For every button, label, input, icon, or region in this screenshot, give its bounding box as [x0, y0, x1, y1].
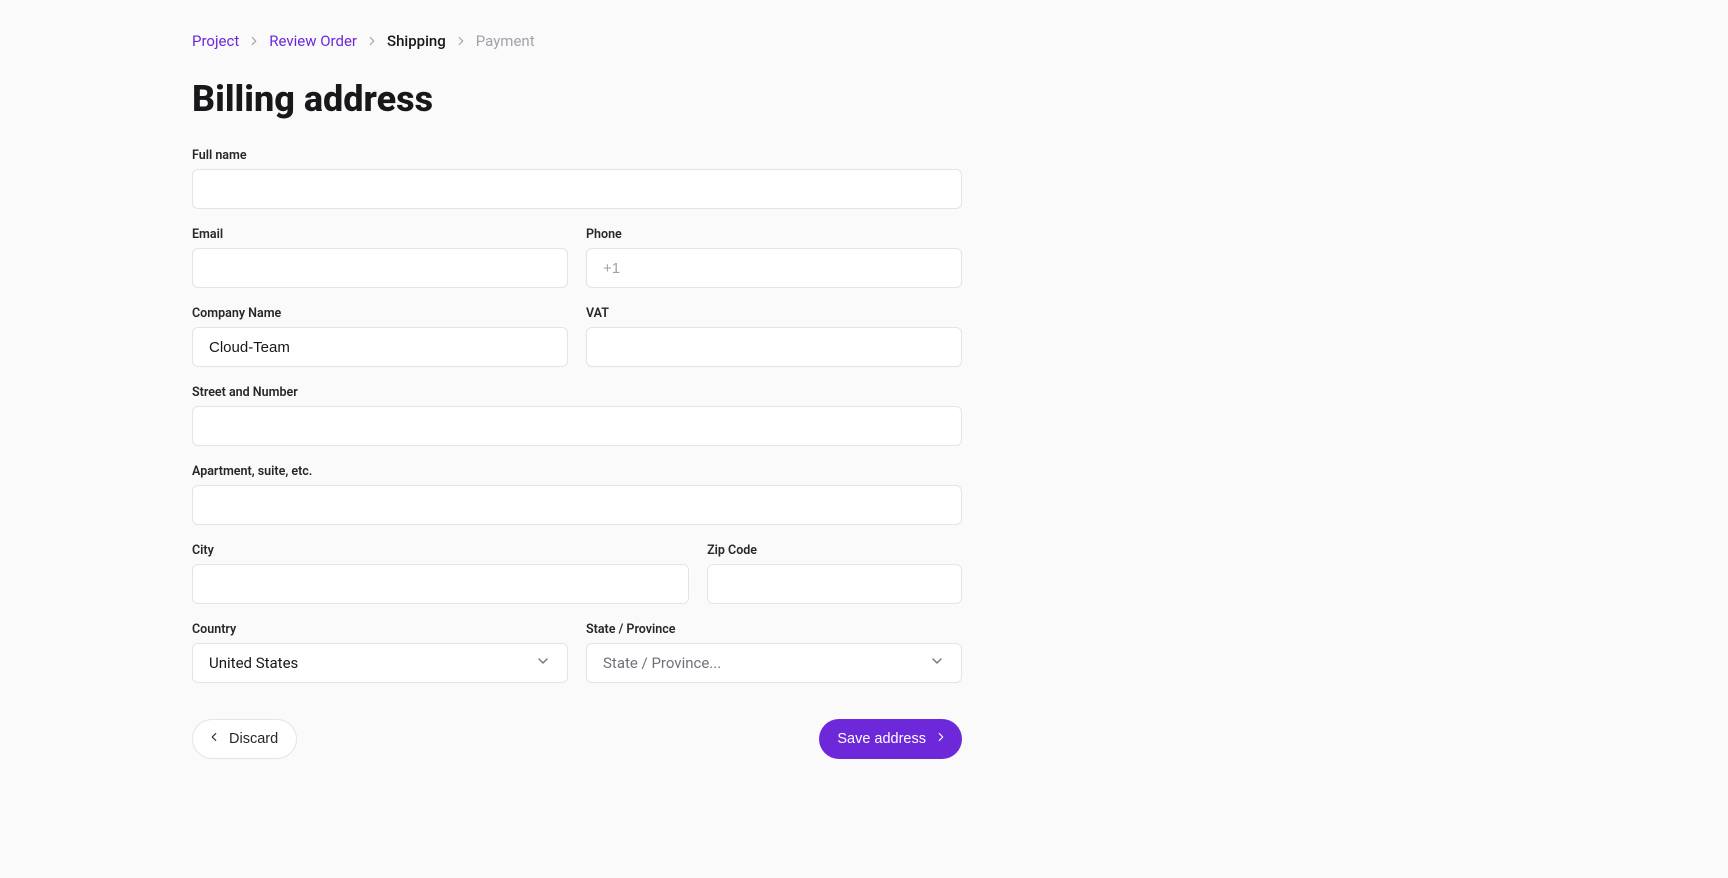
zip-field[interactable]	[707, 564, 962, 604]
company-field[interactable]	[192, 327, 568, 367]
vat-field[interactable]	[586, 327, 962, 367]
breadcrumb: Project Review Order Shipping Payment	[192, 32, 1152, 50]
country-value: United States	[209, 654, 298, 672]
vat-label: VAT	[586, 306, 962, 321]
city-label: City	[192, 543, 689, 558]
zip-label: Zip Code	[707, 543, 962, 558]
discard-label: Discard	[229, 731, 278, 747]
email-label: Email	[192, 227, 568, 242]
country-select[interactable]: United States	[192, 643, 568, 683]
chevron-right-icon	[247, 34, 261, 48]
email-field[interactable]	[192, 248, 568, 288]
apartment-label: Apartment, suite, etc.	[192, 464, 962, 479]
phone-field[interactable]	[586, 248, 962, 288]
phone-label: Phone	[586, 227, 962, 242]
apartment-field[interactable]	[192, 485, 962, 525]
state-placeholder: State / Province...	[603, 654, 721, 672]
chevron-down-icon	[929, 653, 945, 673]
page-title: Billing address	[192, 78, 1152, 120]
discard-button[interactable]: Discard	[192, 719, 297, 759]
city-field[interactable]	[192, 564, 689, 604]
state-select[interactable]: State / Province...	[586, 643, 962, 683]
chevron-right-icon	[454, 34, 468, 48]
chevron-right-icon	[934, 730, 948, 748]
save-label: Save address	[837, 731, 926, 747]
chevron-left-icon	[207, 730, 221, 748]
billing-form: Full name Email Phone Company Name VAT	[192, 148, 962, 759]
company-label: Company Name	[192, 306, 568, 321]
street-label: Street and Number	[192, 385, 962, 400]
form-actions: Discard Save address	[192, 719, 962, 759]
save-address-button[interactable]: Save address	[819, 719, 962, 759]
street-field[interactable]	[192, 406, 962, 446]
full-name-field[interactable]	[192, 169, 962, 209]
breadcrumb-project[interactable]: Project	[192, 32, 239, 50]
breadcrumb-review-order[interactable]: Review Order	[269, 32, 357, 50]
breadcrumb-payment: Payment	[476, 32, 535, 50]
chevron-down-icon	[535, 653, 551, 673]
state-label: State / Province	[586, 622, 962, 637]
breadcrumb-shipping[interactable]: Shipping	[387, 32, 446, 50]
country-label: Country	[192, 622, 568, 637]
full-name-label: Full name	[192, 148, 962, 163]
chevron-right-icon	[365, 34, 379, 48]
